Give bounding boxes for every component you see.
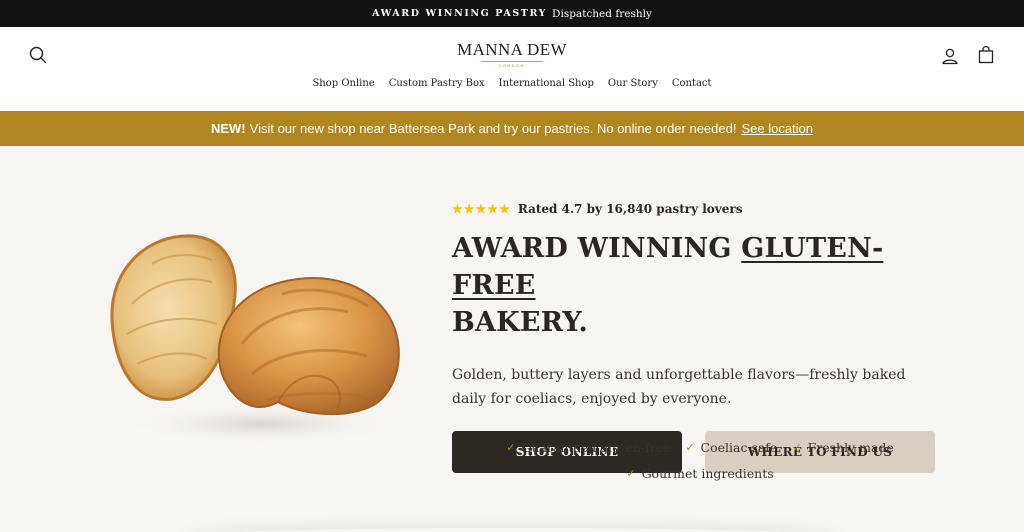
account-icon[interactable] xyxy=(940,46,960,66)
check-icon: ✓ xyxy=(685,441,695,454)
check-icon: ✓ xyxy=(506,441,516,454)
feature-list: ✓ Guaranteed gluten-free ✓ Coeliac safe ✓ F… xyxy=(490,440,910,481)
nav-our-story[interactable]: Our Story xyxy=(608,78,658,89)
headline-part1: AWARD WINNING xyxy=(452,233,742,264)
hero-description: Golden, buttery layers and unforgettable… xyxy=(452,367,906,407)
announcement-bar: AWARD WINNING PASTRY Dispatched freshly xyxy=(0,0,1024,27)
site-header: MANNA DEW LONDON Shop Online Custom Past… xyxy=(0,27,1024,111)
site-logo[interactable]: MANNA DEW LONDON xyxy=(0,40,1024,68)
star-icon: ★ xyxy=(499,202,510,216)
promo-badge: NEW! xyxy=(210,121,246,136)
check-icon: ✓ xyxy=(626,467,636,480)
star-icon: ★ xyxy=(475,202,487,216)
cart-icon[interactable] xyxy=(976,45,996,65)
rating-text: Rated 4.7 by 16,840 pastry lovers xyxy=(517,202,743,216)
section-divider xyxy=(180,528,844,532)
star-icon: ★ xyxy=(452,202,463,216)
hero-content: ★ ★ ★ ★ ★ Rated 4.7 by 16,840 pastry lov… xyxy=(452,202,942,473)
feature-label: Coeliac safe xyxy=(700,440,778,455)
logo-rule xyxy=(481,61,543,62)
hero-section: ★ ★ ★ ★ ★ Rated 4.7 by 16,840 pastry lov… xyxy=(0,146,1024,532)
feature-item: ✓ Coeliac safe xyxy=(685,440,777,455)
feature-label: Gourmet ingredients xyxy=(641,466,774,481)
logo-sub: LONDON xyxy=(499,63,525,68)
promo-bar: NEW! Visit our new shop near Battersea P… xyxy=(0,111,1024,146)
hero-headline: AWARD WINNING GLUTEN-FREE BAKERY. xyxy=(452,230,942,341)
feature-label: Guaranteed gluten-free xyxy=(521,440,671,455)
announcement-text: Dispatched freshly xyxy=(552,7,652,20)
logo-name: MANNA DEW xyxy=(457,40,567,59)
croissant-image xyxy=(110,234,412,446)
feature-item: ✓ Gourmet ingredients xyxy=(626,466,773,481)
rating-stars: ★ ★ ★ ★ ★ xyxy=(452,203,510,215)
headline-part2: BAKERY. xyxy=(452,307,589,338)
nav-contact[interactable]: Contact xyxy=(672,78,712,89)
see-location-link[interactable]: See location xyxy=(741,121,813,136)
star-icon: ★ xyxy=(487,202,499,216)
promo-text: Visit our new shop near Battersea Park a… xyxy=(249,121,737,136)
feature-item: ✓ Guaranteed gluten-free xyxy=(506,440,670,455)
rating-row: ★ ★ ★ ★ ★ Rated 4.7 by 16,840 pastry lov… xyxy=(452,202,942,216)
check-icon: ✓ xyxy=(792,441,802,454)
nav-international-shop[interactable]: International Shop xyxy=(499,78,594,89)
main-nav: Shop Online Custom Pastry Box Internatio… xyxy=(0,78,1024,89)
nav-shop-online[interactable]: Shop Online xyxy=(312,78,374,89)
feature-label: Freshly made xyxy=(807,440,894,455)
feature-item: ✓ Freshly made xyxy=(792,440,893,455)
star-icon: ★ xyxy=(463,202,475,216)
nav-custom-pastry-box[interactable]: Custom Pastry Box xyxy=(389,78,485,89)
announcement-strong: AWARD WINNING PASTRY xyxy=(372,8,548,19)
